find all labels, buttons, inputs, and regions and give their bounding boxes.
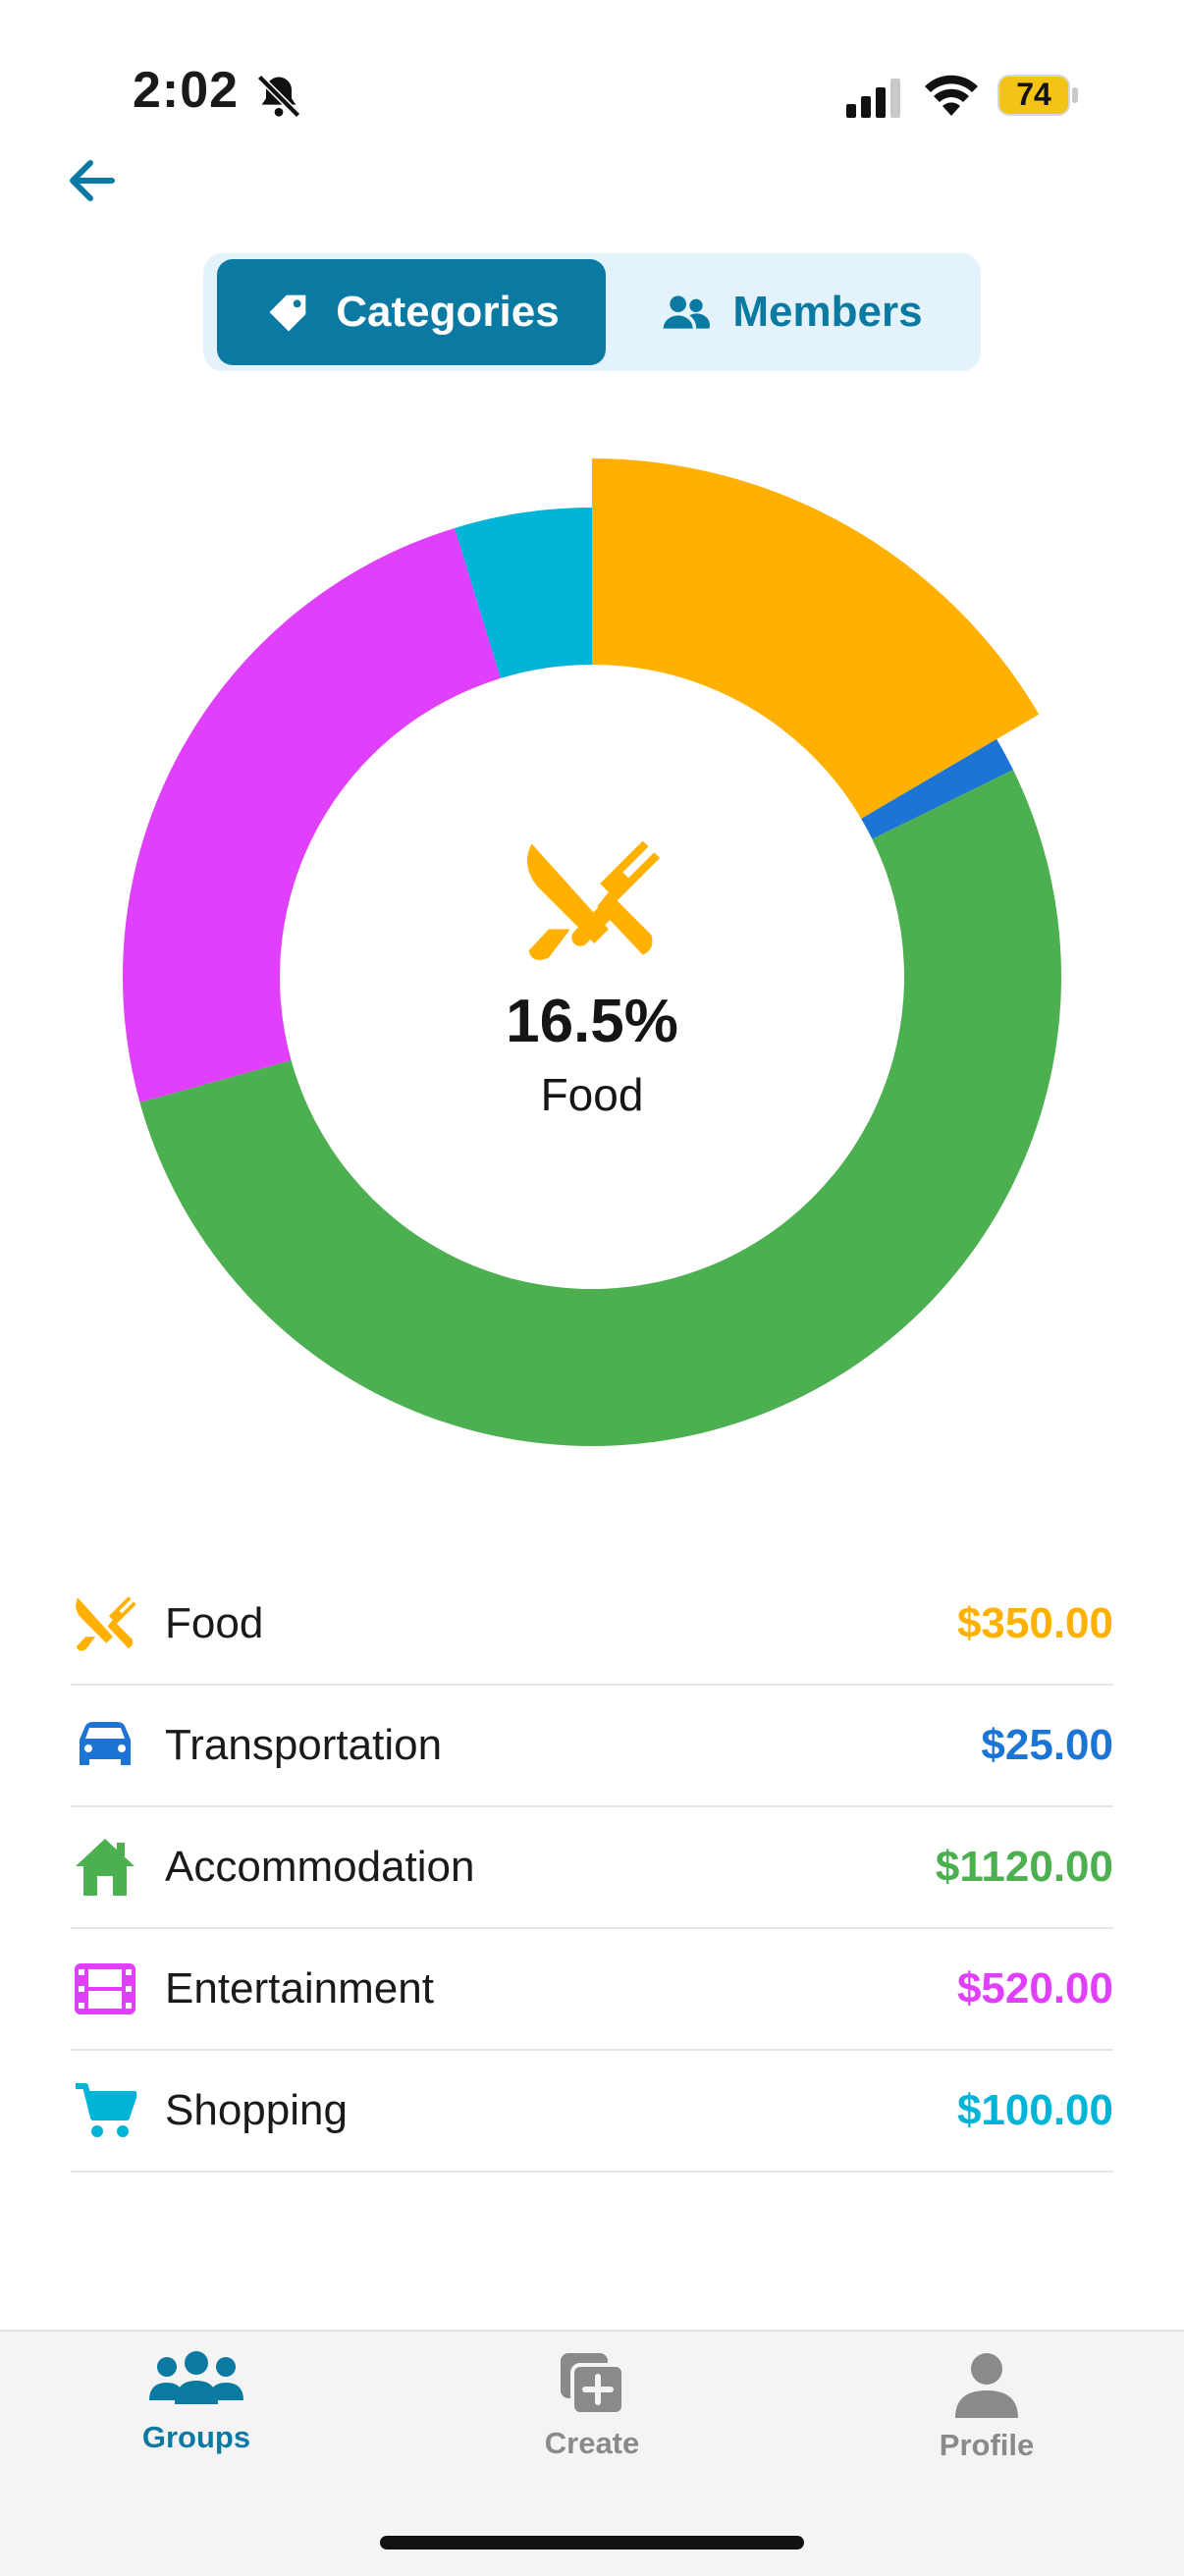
add-copy-icon [561,2353,625,2416]
people-icon [664,295,711,329]
category-row-food[interactable]: Food $350.00 [71,1564,1113,1686]
category-name: Entertainment [165,1964,434,2012]
fork-knife-icon [526,840,661,960]
category-amount: $1120.00 [935,1843,1113,1891]
members-tab-label: Members [732,288,923,336]
cellular-signal-icon [846,79,900,118]
cart-icon [76,2083,136,2137]
category-amount: $520.00 [956,1964,1113,2012]
categories-tab[interactable]: Categories [217,259,606,365]
category-name: Transportation [165,1721,443,1769]
selected-category-label: Food [540,1069,644,1120]
tab-create[interactable]: Create [464,2351,720,2498]
tab-profile-label: Profile [939,2428,1035,2462]
category-list: Food $350.00 Transportation $25.00 Accom… [71,1564,1113,2173]
category-amount: $350.00 [956,1599,1113,1647]
film-icon [75,1963,135,2014]
category-name: Shopping [165,2086,348,2134]
view-toggle: Categories Members [203,253,981,371]
status-time: 2:02 [133,62,240,119]
tag-icon [269,295,306,332]
fork-knife-icon [76,1596,136,1651]
category-row-shopping[interactable]: Shopping $100.00 [71,2051,1113,2173]
groups-icon [149,2351,243,2404]
category-row-entertainment[interactable]: Entertainment $520.00 [71,1929,1113,2051]
categories-tab-label: Categories [336,288,560,336]
category-row-transportation[interactable]: Transportation $25.00 [71,1686,1113,1807]
home-indicator [380,2536,804,2549]
status-bar: 2:02 74 [0,0,1184,147]
category-row-accommodation[interactable]: Accommodation $1120.00 [71,1807,1113,1929]
person-icon [955,2353,1018,2418]
tab-groups[interactable]: Groups [69,2351,324,2498]
category-name: Food [165,1599,264,1647]
category-amount: $100.00 [956,2086,1113,2134]
house-icon [76,1839,135,1896]
category-name: Accommodation [165,1843,475,1891]
category-amount: $25.00 [981,1721,1113,1769]
selected-percent: 16.5% [506,988,678,1055]
car-icon [80,1722,131,1765]
wifi-icon [925,75,978,116]
tab-groups-label: Groups [141,2420,251,2454]
members-tab[interactable]: Members [616,259,969,365]
back-arrow-icon[interactable] [61,149,124,212]
battery-indicator: 74 [997,75,1080,116]
battery-percent: 74 [1016,77,1051,112]
tab-profile[interactable]: Profile [859,2351,1114,2498]
bell-muted-icon [256,74,301,119]
tab-create-label: Create [544,2426,640,2460]
